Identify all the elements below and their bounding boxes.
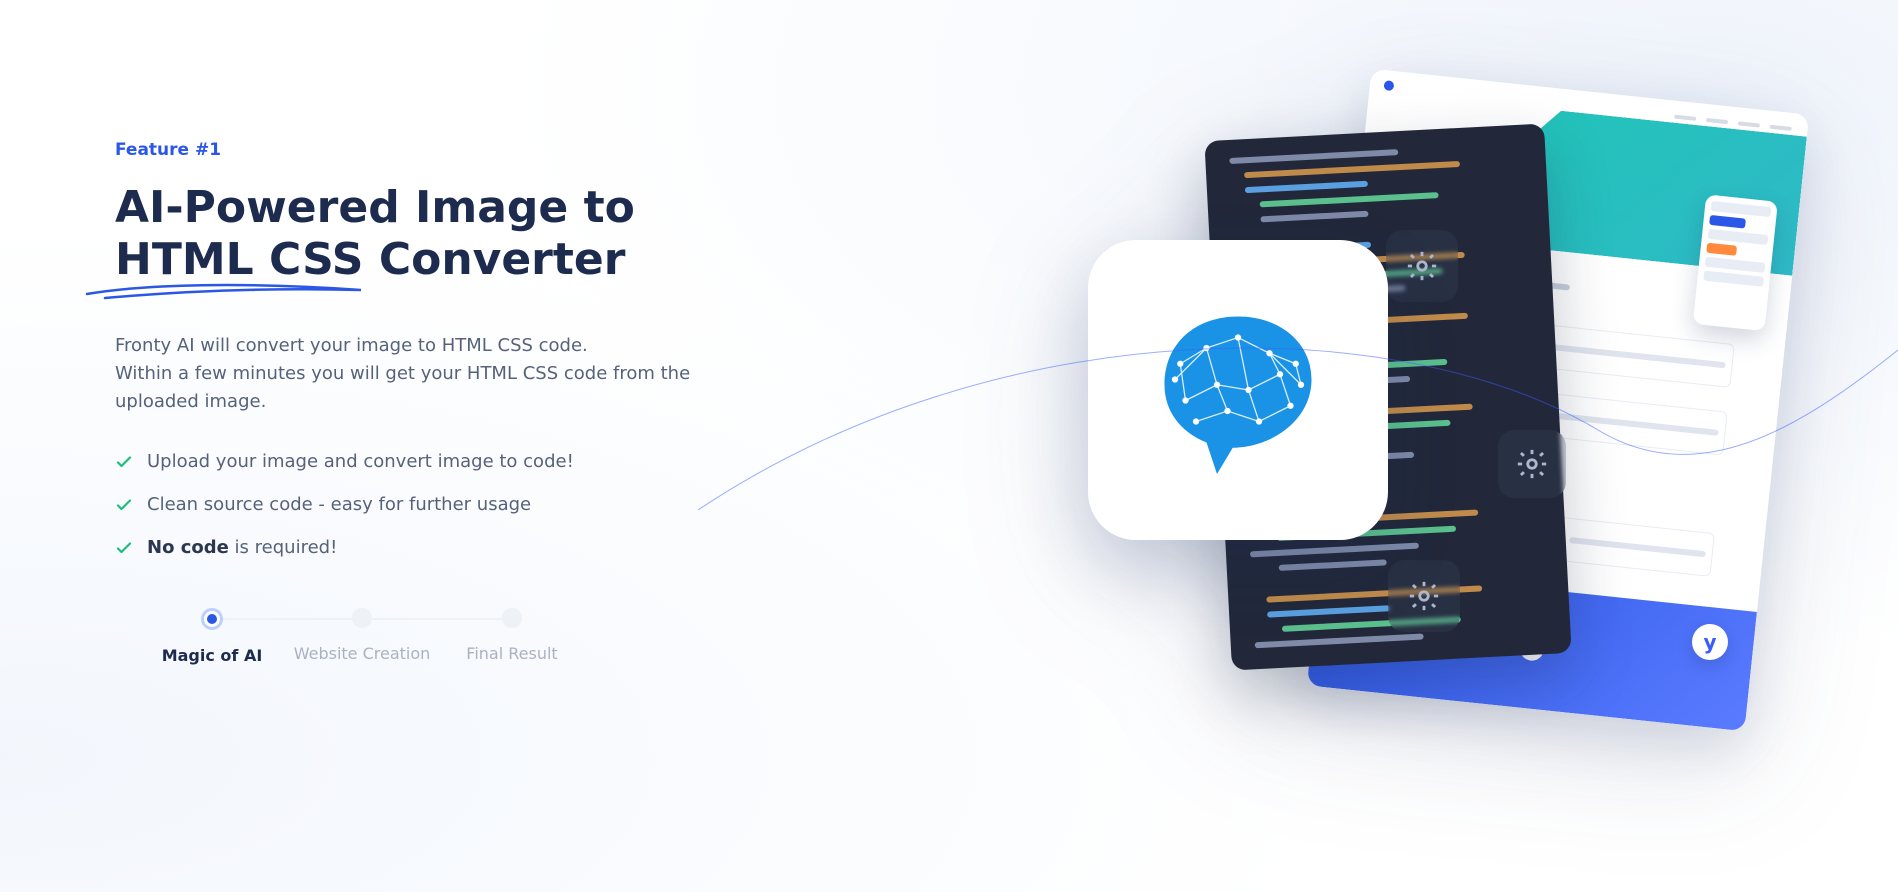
feature-lead: Fronty AI will convert your image to HTM… (115, 332, 755, 416)
step-label: Magic of AI (162, 646, 263, 665)
step-final-result[interactable]: Final Result (437, 608, 587, 663)
step-label: Website Creation (294, 644, 431, 663)
gear-icon (1388, 560, 1460, 632)
lead-line-2: Within a few minutes you will get your H… (115, 363, 690, 412)
gear-icon (1498, 430, 1566, 498)
brain-icon (1133, 285, 1343, 495)
heading-underline-text: HTML CSS (115, 234, 364, 285)
feature-bullet-list: Upload your image and convert image to c… (115, 451, 755, 558)
check-icon (115, 453, 133, 471)
bullet-text: Upload your image and convert image to c… (147, 451, 574, 472)
feature-heading: AI-Powered Image to HTML CSS Converter (115, 182, 755, 286)
ai-brain-card (1088, 240, 1388, 540)
gear-icon (1386, 230, 1458, 302)
heading-line-1: AI-Powered Image to (115, 182, 635, 233)
feature-illustration: y (878, 70, 1838, 810)
bullet-item: Upload your image and convert image to c… (115, 451, 755, 472)
feature-text-column: Feature #1 AI-Powered Image to HTML CSS … (115, 140, 755, 665)
bullet-text: No code is required! (147, 537, 337, 558)
lead-line-1: Fronty AI will convert your image to HTM… (115, 335, 588, 356)
bullet-item: Clean source code - easy for further usa… (115, 494, 755, 515)
heading-line-2-rest: Converter (364, 234, 626, 285)
mockup-phone (1693, 194, 1778, 331)
step-label: Final Result (466, 644, 557, 663)
step-dot-icon (502, 608, 522, 628)
feature-step-nav: Magic of AI Website Creation Final Resul… (137, 608, 755, 665)
step-track: Magic of AI Website Creation Final Resul… (137, 608, 587, 665)
feature-section: Feature #1 AI-Powered Image to HTML CSS … (0, 0, 1898, 892)
bullet-rest: is required! (229, 537, 337, 558)
step-magic-of-ai[interactable]: Magic of AI (137, 608, 287, 665)
bullet-item: No code is required! (115, 537, 755, 558)
step-website-creation[interactable]: Website Creation (287, 608, 437, 663)
check-icon (115, 539, 133, 557)
check-icon (115, 496, 133, 514)
step-dot-icon (352, 608, 372, 628)
heading-underlined-phrase: HTML CSS (115, 234, 364, 286)
step-dot-icon (201, 608, 223, 630)
bullet-text: Clean source code - easy for further usa… (147, 494, 531, 515)
feature-eyebrow: Feature #1 (115, 140, 755, 160)
bullet-strong: No code (147, 537, 229, 558)
y-badge-icon: y (1692, 624, 1728, 660)
